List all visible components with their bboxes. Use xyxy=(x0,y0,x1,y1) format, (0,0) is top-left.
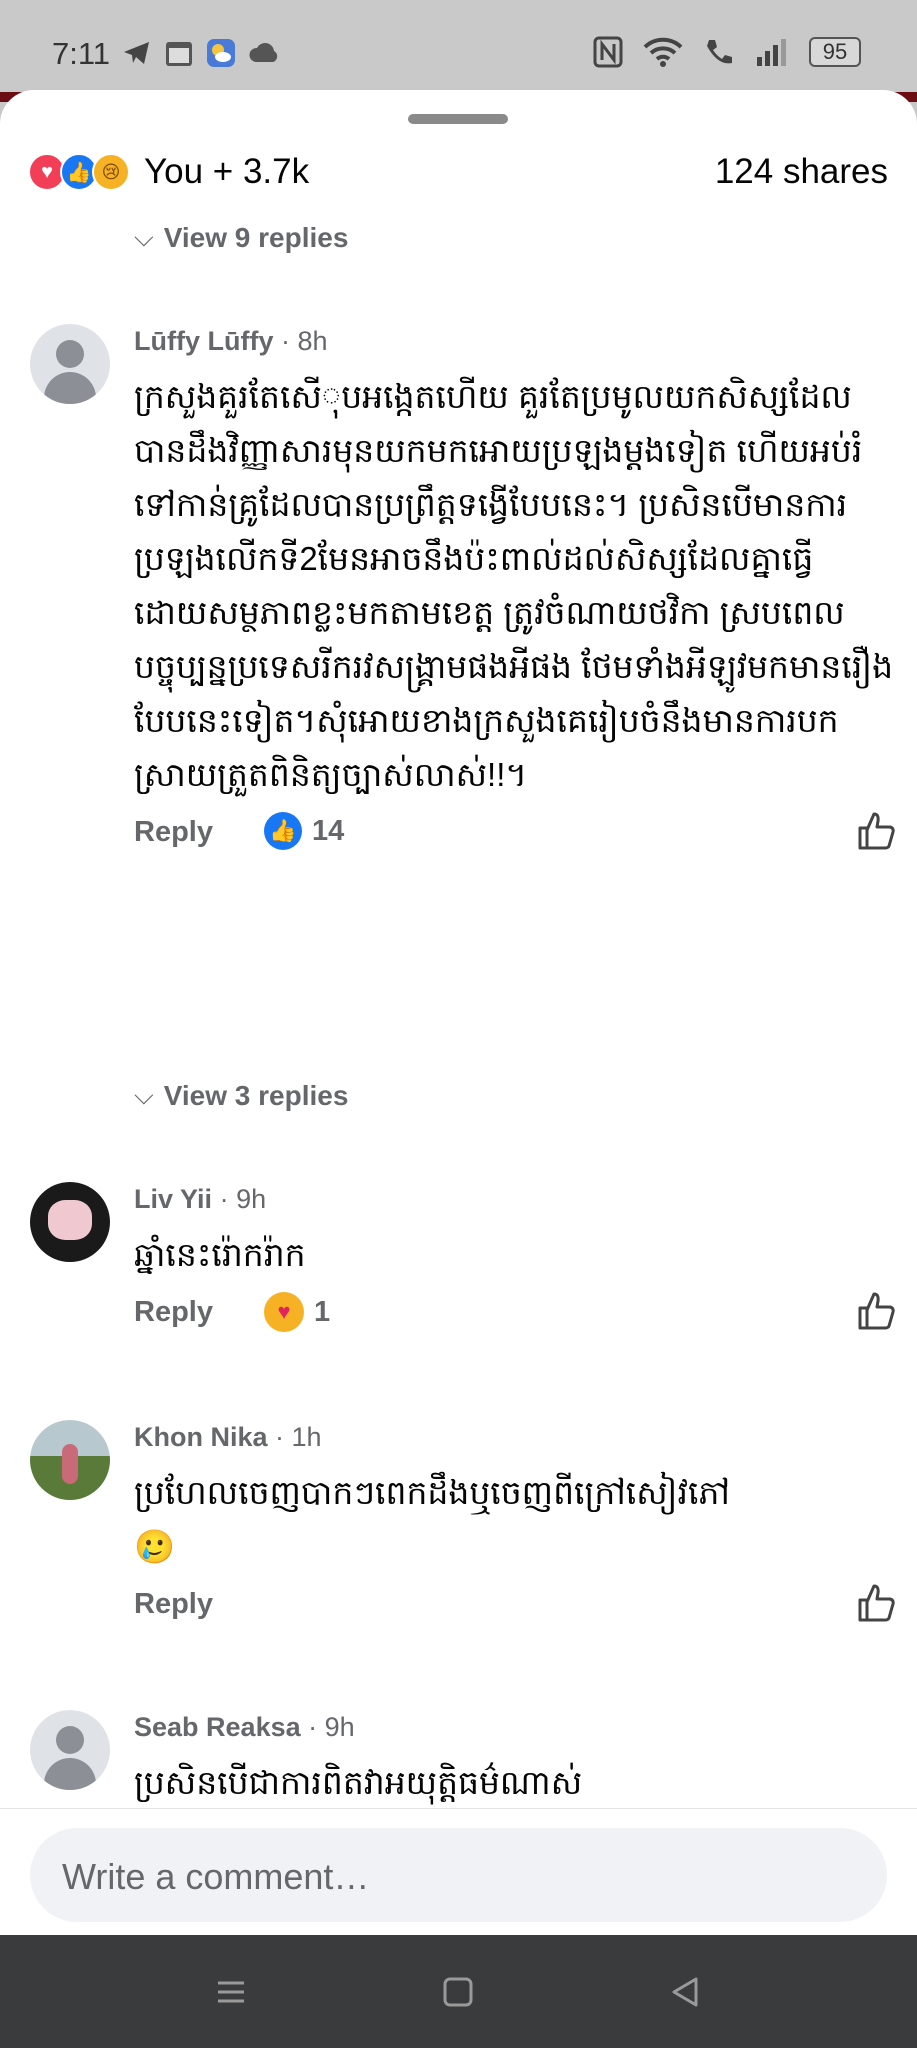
comment-time: 9h xyxy=(324,1712,355,1742)
comment-text-body: ប្រហែលចេញបាកៗពេកដឹងឬចេញពីក្រៅសៀវភៅ xyxy=(134,1474,730,1511)
avatar[interactable] xyxy=(30,1182,110,1262)
volte-call-icon xyxy=(707,40,732,64)
chevron-down-icon: ⌵ xyxy=(134,222,154,252)
back-icon[interactable] xyxy=(668,1975,702,2009)
status-right-icons: 95 xyxy=(593,36,861,68)
comment-time: 8h xyxy=(297,326,328,356)
comment-meta: Liv Yii · 9h xyxy=(134,1184,267,1214)
comment-text: ប្រហែលចេញបាកៗពេកដឹងឬចេញពីក្រៅសៀវភៅ 🥲 xyxy=(134,1466,894,1574)
battery-icon: 95 xyxy=(809,37,861,67)
reaction-icons[interactable]: ♥ 👍 😢 xyxy=(28,153,130,191)
system-nav-bar xyxy=(0,1935,917,2048)
reply-button[interactable]: Reply xyxy=(134,1588,213,1621)
sad-reaction-icon: 😢 xyxy=(92,153,130,191)
commenter-name[interactable]: Liv Yii xyxy=(134,1184,212,1214)
comment-time: 1h xyxy=(291,1422,322,1452)
view-replies-label: View 9 replies xyxy=(163,222,349,253)
comment-input-placeholder: Write a comment… xyxy=(62,1856,370,1897)
drag-handle[interactable] xyxy=(408,114,508,124)
cloud-icon xyxy=(249,43,278,62)
like-icon[interactable] xyxy=(854,1580,898,1624)
reaction-count[interactable]: ♥ 1 xyxy=(264,1292,330,1332)
avatar[interactable] xyxy=(30,1420,110,1500)
menu-icon[interactable] xyxy=(214,1975,248,2009)
weather-icon xyxy=(207,39,235,67)
chevron-down-icon: ⌵ xyxy=(134,1080,154,1110)
calendar-icon xyxy=(166,42,192,66)
comment-input[interactable]: Write a comment… xyxy=(30,1828,887,1922)
signal-icon xyxy=(757,39,786,66)
status-bar: 7:11 95 xyxy=(0,0,917,92)
post-summary-row: ♥ 👍 😢 You + 3.7k 124 shares xyxy=(28,146,888,198)
comment-text: ក្រសួងគួរតែសើុបអង្កេតហើយ គួរតែប្រមូលយកសិ… xyxy=(134,378,894,793)
view-replies-link[interactable]: ⌵ View 9 replies xyxy=(134,222,348,254)
status-left-icons xyxy=(122,38,280,68)
telegram-icon xyxy=(124,42,149,64)
view-replies-link[interactable]: ⌵ View 3 replies xyxy=(134,1080,348,1112)
comment-actions: Reply ♥ 1 xyxy=(134,1292,895,1346)
like-reaction-icon: 👍 xyxy=(264,812,302,850)
comment-meta: Khon Nika · 1h xyxy=(134,1422,322,1452)
shares-count[interactable]: 124 shares xyxy=(715,152,888,192)
commenter-name[interactable]: Lūffy Lūffy xyxy=(134,326,273,356)
avatar[interactable] xyxy=(30,1710,110,1790)
comment-meta: Seab Reaksa · 9h xyxy=(134,1712,355,1742)
reaction-count-value: 14 xyxy=(312,814,345,847)
emoji: 🥲 xyxy=(134,1528,176,1565)
status-time: 7:11 xyxy=(52,36,111,71)
comment-text: ប្រសិនបើជាការពិតវាអយុត្តិធម៌ណាស់ xyxy=(134,1764,583,1801)
reaction-count-value: 1 xyxy=(314,1295,331,1328)
commenter-name[interactable]: Khon Nika xyxy=(134,1422,268,1452)
wifi-icon xyxy=(643,37,683,67)
comment-meta: Lūffy Lūffy · 8h xyxy=(134,326,328,356)
reply-button[interactable]: Reply xyxy=(134,816,213,849)
comment-actions: Reply 👍 14 xyxy=(134,812,895,866)
reaction-summary[interactable]: You + 3.7k xyxy=(144,152,309,192)
comment-actions: Reply xyxy=(134,1584,895,1638)
home-icon[interactable] xyxy=(441,1975,475,2009)
comment-text: ឆ្នាំនេះរ៉ោករ៉ាក xyxy=(134,1236,306,1273)
comments-sheet[interactable]: ♥ 👍 😢 You + 3.7k 124 shares ⌵ View 9 rep… xyxy=(0,90,917,1935)
reply-button[interactable]: Reply xyxy=(134,1296,213,1329)
comment-time: 9h xyxy=(236,1184,267,1214)
commenter-name[interactable]: Seab Reaksa xyxy=(134,1712,301,1742)
care-reaction-icon: ♥ xyxy=(264,1292,304,1332)
view-replies-label: View 3 replies xyxy=(163,1080,349,1111)
avatar[interactable] xyxy=(30,324,110,404)
nfc-icon xyxy=(593,36,623,68)
like-icon[interactable] xyxy=(854,808,898,852)
like-icon[interactable] xyxy=(854,1288,898,1332)
reaction-count[interactable]: 👍 14 xyxy=(264,812,344,850)
